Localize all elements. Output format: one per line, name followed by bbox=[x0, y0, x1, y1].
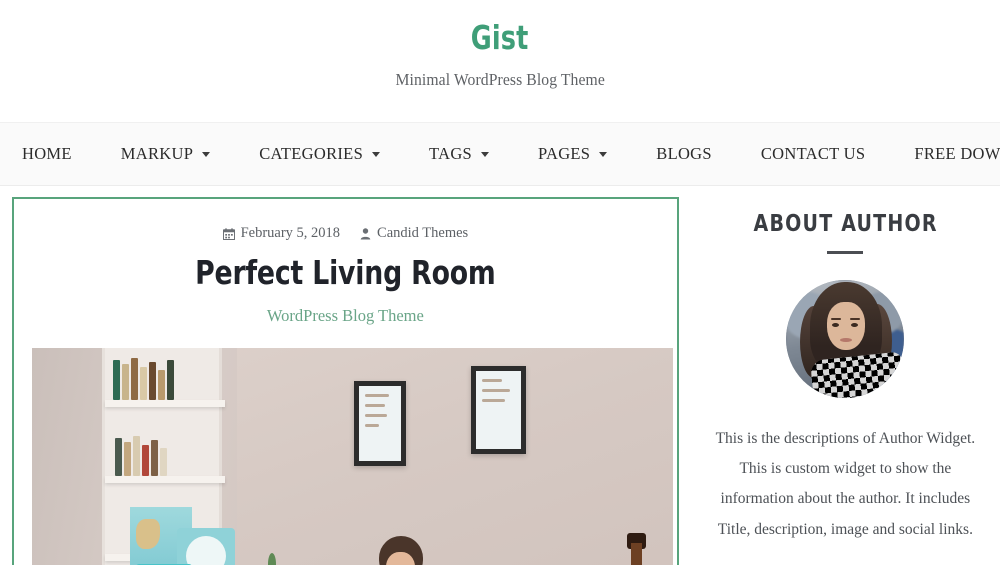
nav-item-label: FREE DOWNLOAD bbox=[914, 144, 1000, 163]
post-subtitle[interactable]: WordPress Blog Theme bbox=[32, 306, 659, 326]
nav-item-label: PAGES bbox=[538, 144, 591, 163]
wall-art-frame bbox=[354, 380, 406, 466]
site-tagline: Minimal WordPress Blog Theme bbox=[395, 69, 605, 89]
shelf-board bbox=[105, 399, 225, 407]
title-underline bbox=[827, 251, 864, 254]
nav-item-label: CATEGORIES bbox=[259, 144, 364, 163]
nav-item-label: TAGS bbox=[429, 144, 473, 163]
site-title[interactable]: Gist bbox=[471, 18, 529, 58]
site-header: Gist Minimal WordPress Blog Theme bbox=[0, 0, 1000, 122]
book-row bbox=[113, 357, 174, 400]
wall-art-frame bbox=[471, 365, 526, 454]
decorative-pillow bbox=[177, 527, 235, 565]
post-date[interactable]: February 5, 2018 bbox=[222, 225, 341, 242]
person-eating-pizza bbox=[359, 535, 443, 565]
shelf-board bbox=[105, 475, 225, 483]
nav-item-label: BLOGS bbox=[656, 144, 712, 163]
nav-item-tags[interactable]: TAGS bbox=[429, 144, 490, 164]
acoustic-guitar bbox=[617, 532, 659, 565]
content-wrapper: February 5, 2018 Candid Themes Perfect L… bbox=[0, 197, 1000, 565]
potted-plant bbox=[260, 552, 284, 565]
book-row bbox=[115, 435, 167, 476]
nav-item-pages[interactable]: PAGES bbox=[538, 144, 608, 164]
post-author-text: Candid Themes bbox=[377, 225, 469, 241]
nav-list: HOME MARKUP CATEGORIES TAGS PAGES BLOGS … bbox=[22, 144, 1000, 164]
nav-item-label: MARKUP bbox=[120, 144, 194, 163]
nav-item-contact-us[interactable]: CONTACT US bbox=[761, 144, 866, 164]
featured-image[interactable] bbox=[32, 347, 673, 565]
chevron-down-icon bbox=[372, 151, 381, 157]
widget-title: ABOUT AUTHOR bbox=[753, 211, 938, 237]
nav-item-label: HOME bbox=[22, 144, 72, 163]
nav-item-free-download[interactable]: FREE DOWNLOAD bbox=[914, 144, 1000, 164]
chevron-down-icon bbox=[481, 151, 490, 157]
main-navigation: HOME MARKUP CATEGORIES TAGS PAGES BLOGS … bbox=[0, 122, 1000, 186]
sidebar: ABOUT AUTHOR This is the descriptions of… bbox=[703, 197, 988, 565]
about-author-widget: ABOUT AUTHOR This is the descriptions of… bbox=[703, 211, 988, 565]
post-meta: February 5, 2018 Candid Themes bbox=[32, 225, 659, 242]
nav-item-blogs[interactable]: BLOGS bbox=[656, 144, 712, 164]
post-date-text: February 5, 2018 bbox=[240, 225, 341, 241]
nav-item-categories[interactable]: CATEGORIES bbox=[259, 144, 381, 164]
avatar[interactable] bbox=[786, 280, 905, 398]
user-icon bbox=[360, 227, 371, 240]
nav-item-markup[interactable]: MARKUP bbox=[120, 144, 211, 164]
nav-item-home[interactable]: HOME bbox=[22, 144, 72, 164]
frame-script-text bbox=[482, 378, 515, 409]
post-author[interactable]: Candid Themes bbox=[360, 225, 468, 242]
chevron-down-icon bbox=[202, 151, 211, 157]
nav-item-label: CONTACT US bbox=[760, 144, 866, 163]
post-card: February 5, 2018 Candid Themes Perfect L… bbox=[12, 197, 679, 565]
chevron-down-icon bbox=[599, 151, 608, 157]
calendar-icon bbox=[222, 227, 235, 240]
post-title[interactable]: Perfect Living Room bbox=[63, 254, 627, 292]
frame-script-text bbox=[365, 393, 395, 434]
author-description: This is the descriptions of Author Widge… bbox=[715, 430, 976, 538]
